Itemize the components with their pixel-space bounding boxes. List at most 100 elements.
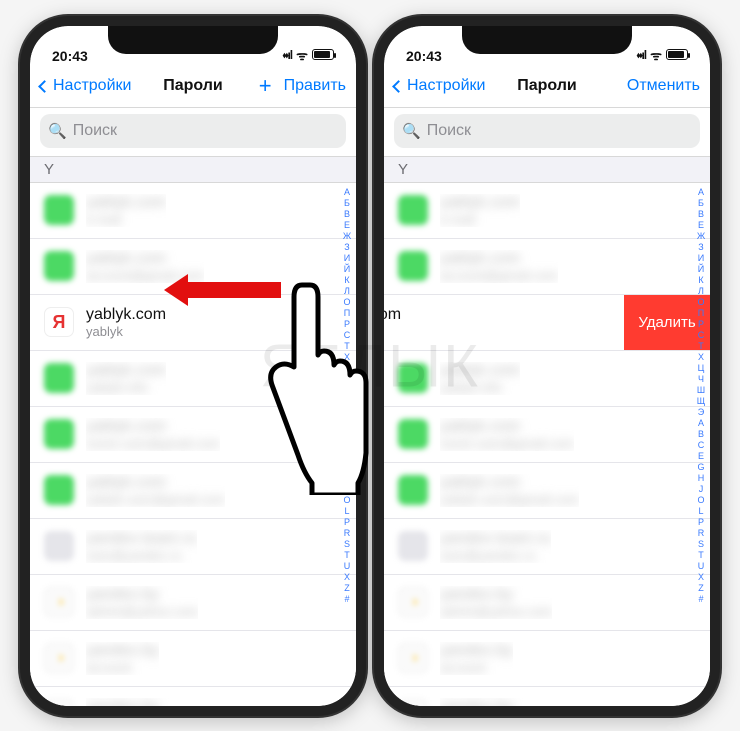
index-letter[interactable]: Е	[698, 220, 704, 230]
index-letter[interactable]: L	[698, 506, 703, 516]
index-letter[interactable]: A	[698, 418, 704, 428]
index-letter[interactable]: T	[344, 550, 350, 560]
index-letter[interactable]: П	[698, 308, 704, 318]
index-letter[interactable]: Z	[344, 583, 350, 593]
index-letter[interactable]: Т	[698, 341, 704, 351]
index-letter[interactable]: S	[698, 539, 704, 549]
index-letter[interactable]: К	[344, 275, 349, 285]
index-letter[interactable]: Х	[344, 352, 350, 362]
index-letter[interactable]: A	[344, 418, 350, 428]
index-letter[interactable]: J	[699, 484, 704, 494]
index-letter[interactable]: О	[697, 297, 704, 307]
index-letter[interactable]: Щ	[343, 396, 351, 406]
index-letter[interactable]: Л	[698, 286, 704, 296]
index-letter[interactable]: А	[344, 187, 350, 197]
index-letter[interactable]: R	[698, 528, 705, 538]
index-letter[interactable]: Ш	[697, 385, 705, 395]
index-letter[interactable]: И	[698, 253, 704, 263]
password-row[interactable]: yandex.byaccount	[30, 631, 356, 687]
index-letter[interactable]: Й	[344, 264, 350, 274]
index-letter[interactable]: И	[344, 253, 350, 263]
index-letter[interactable]: R	[344, 528, 351, 538]
index-letter[interactable]: Б	[698, 198, 704, 208]
password-row[interactable]: yablyk.comaccount@gmail.com	[384, 239, 710, 295]
index-letter[interactable]: O	[697, 495, 704, 505]
index-letter[interactable]: E	[698, 451, 704, 461]
password-row[interactable]: yandex-team.ruuser@yandex.ru	[384, 519, 710, 575]
index-letter[interactable]: Ж	[697, 231, 705, 241]
index-letter[interactable]: C	[344, 440, 351, 450]
index-letter[interactable]: С	[344, 330, 351, 340]
index-letter[interactable]: Е	[344, 220, 350, 230]
index-letter[interactable]: Ж	[343, 231, 351, 241]
index-letter[interactable]: P	[344, 517, 350, 527]
index-letter[interactable]: С	[698, 330, 705, 340]
index-letter[interactable]: Й	[698, 264, 704, 274]
index-letter[interactable]: G	[343, 462, 350, 472]
password-row[interactable]: yandex.byone_two@mail.com	[384, 687, 710, 706]
password-row[interactable]: yablyk.come-mail	[30, 183, 356, 239]
index-letter[interactable]: B	[698, 429, 704, 439]
password-row[interactable]: yandex.byone_two@mail.com	[30, 687, 356, 706]
index-letter[interactable]: В	[344, 209, 350, 219]
nav-cancel-button[interactable]: Отменить	[627, 77, 700, 95]
password-row[interactable]: yablyk.comyablyk-user@gmail.com	[30, 463, 356, 519]
index-letter[interactable]: G	[697, 462, 704, 472]
index-letter[interactable]: H	[344, 473, 351, 483]
password-row[interactable]: yandex.byadmin@yahoo.com	[30, 575, 356, 631]
password-row[interactable]: Яyablyk.comyablyk	[30, 295, 356, 351]
az-index[interactable]: АБВЕЖЗИЙКЛОПРСТХЦЧШЩЭABCEGHJOLPRSTUXZ#	[340, 183, 354, 706]
index-letter[interactable]: C	[698, 440, 705, 450]
nav-back-button[interactable]: Настройки	[40, 77, 131, 95]
nav-edit-button[interactable]: Править	[284, 77, 346, 95]
password-row[interactable]: blyk.comlykУдалить	[384, 295, 710, 351]
index-letter[interactable]: Э	[698, 407, 704, 417]
index-letter[interactable]: Ш	[343, 385, 351, 395]
search-field[interactable]: 🔍 Поиск	[40, 114, 346, 148]
index-letter[interactable]: Р	[698, 319, 704, 329]
password-row[interactable]: yandex.byaccount	[384, 631, 710, 687]
index-letter[interactable]: В	[698, 209, 704, 219]
index-letter[interactable]: О	[343, 297, 350, 307]
password-row[interactable]: yablyk.comsome-user@gmail.com	[384, 407, 710, 463]
index-letter[interactable]: П	[344, 308, 350, 318]
password-list[interactable]: yablyk.come-mailyablyk.comaccount@gmail.…	[30, 183, 356, 706]
index-letter[interactable]: J	[345, 484, 350, 494]
index-letter[interactable]: Э	[344, 407, 350, 417]
index-letter[interactable]: X	[698, 572, 704, 582]
index-letter[interactable]: Т	[344, 341, 350, 351]
index-letter[interactable]: Z	[698, 583, 704, 593]
index-letter[interactable]: X	[344, 572, 350, 582]
index-letter[interactable]: Щ	[697, 396, 705, 406]
index-letter[interactable]: B	[344, 429, 350, 439]
index-letter[interactable]: Ц	[698, 363, 705, 373]
password-row[interactable]: yablyk.comaccount@gmail.com	[30, 239, 356, 295]
password-row[interactable]: yablyk.comyablyk-info	[30, 351, 356, 407]
az-index[interactable]: АБВЕЖЗИЙКЛОПРСТХЦЧШЩЭABCEGHJOLPRSTUXZ#	[694, 183, 708, 706]
index-letter[interactable]: P	[698, 517, 704, 527]
index-letter[interactable]: Р	[344, 319, 350, 329]
index-letter[interactable]: Ч	[698, 374, 704, 384]
index-letter[interactable]: H	[698, 473, 705, 483]
index-letter[interactable]: З	[344, 242, 349, 252]
index-letter[interactable]: К	[698, 275, 703, 285]
search-field[interactable]: 🔍 Поиск	[394, 114, 700, 148]
index-letter[interactable]: З	[698, 242, 703, 252]
index-letter[interactable]: U	[698, 561, 705, 571]
index-letter[interactable]: Б	[344, 198, 350, 208]
password-list[interactable]: yablyk.come-mailyablyk.comaccount@gmail.…	[384, 183, 710, 706]
index-letter[interactable]: #	[344, 594, 349, 604]
index-letter[interactable]: U	[344, 561, 351, 571]
password-row[interactable]: yablyk.comsome-user@gmail.com	[30, 407, 356, 463]
nav-back-button[interactable]: Настройки	[394, 77, 485, 95]
password-row[interactable]: yandex.byadmin@yahoo.com	[384, 575, 710, 631]
index-letter[interactable]: E	[344, 451, 350, 461]
password-row[interactable]: yablyk.comyablyk-user@gmail.com	[384, 463, 710, 519]
password-row[interactable]: yablyk.comyablyk-info	[384, 351, 710, 407]
index-letter[interactable]: Л	[344, 286, 350, 296]
password-row[interactable]: yablyk.come-mail	[384, 183, 710, 239]
index-letter[interactable]: Х	[698, 352, 704, 362]
index-letter[interactable]: Ч	[344, 374, 350, 384]
password-row[interactable]: yandex-team.ruuser@yandex.ru	[30, 519, 356, 575]
index-letter[interactable]: S	[344, 539, 350, 549]
